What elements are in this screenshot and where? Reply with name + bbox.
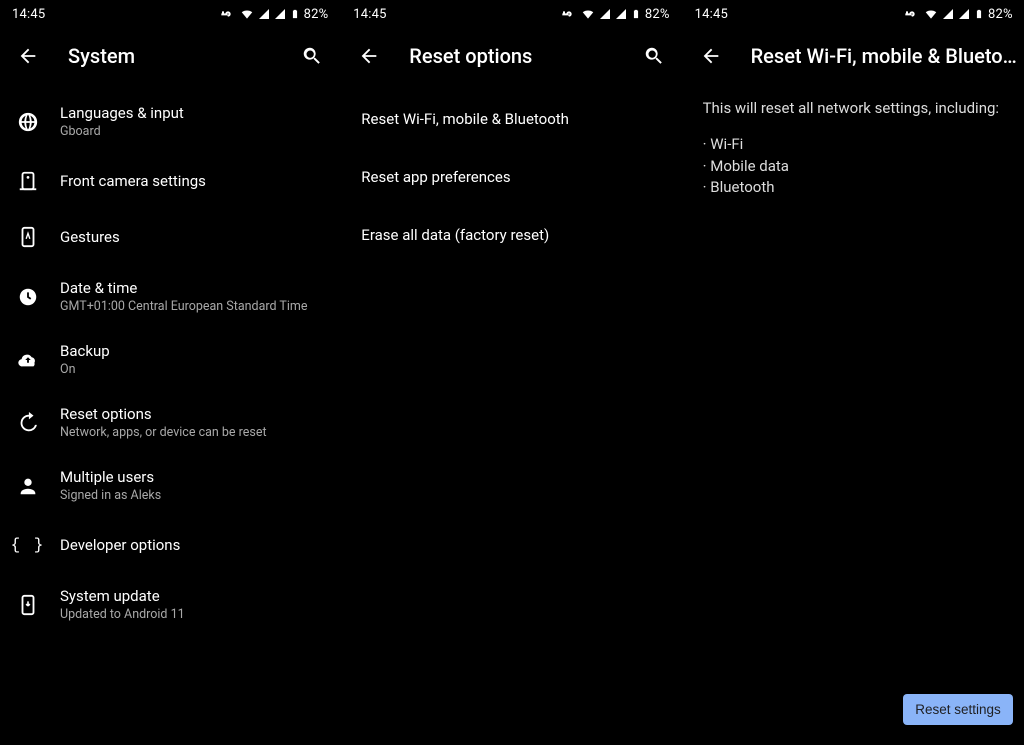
header: System [0, 28, 340, 84]
setting-sub: Gboard [60, 124, 184, 139]
page-title: Reset options [393, 44, 629, 68]
battery-pct: 82% [645, 7, 670, 22]
setting-sub: On [60, 362, 110, 377]
arrow-left-icon [17, 45, 39, 67]
setting-item-reset[interactable]: Reset options Network, apps, or device c… [0, 391, 340, 454]
arrow-left-icon [700, 45, 722, 67]
search-button[interactable] [634, 36, 674, 76]
cloud-upload-icon [14, 346, 42, 374]
setting-title: Reset options [60, 405, 267, 423]
arrow-left-icon [358, 45, 380, 67]
signal-icon [258, 8, 270, 20]
signal2-icon [615, 8, 627, 20]
setting-title: Gestures [60, 228, 120, 246]
search-icon [301, 45, 323, 67]
setting-item-languages[interactable]: Languages & input Gboard [0, 90, 340, 153]
setting-item-gestures[interactable]: Gestures [0, 209, 340, 265]
battery-icon [290, 7, 300, 21]
vpn-key-icon [904, 6, 920, 22]
status-time: 14:45 [12, 7, 45, 22]
back-button[interactable] [8, 36, 48, 76]
bullet-mobile: Mobile data [703, 156, 1005, 178]
status-bar: 14:45 82% [341, 0, 681, 28]
signal2-icon [958, 8, 970, 20]
header: Reset Wi-Fi, mobile & Blueto… [683, 28, 1024, 84]
page-title: System [52, 44, 288, 68]
vpn-key-icon [220, 6, 236, 22]
back-button[interactable] [691, 36, 731, 76]
pane-reset-network: 14:45 82% Reset Wi-Fi, mobile & Blueto… … [683, 0, 1024, 745]
setting-title: Multiple users [60, 468, 161, 486]
setting-item-sysupdate[interactable]: System update Updated to Android 11 [0, 573, 340, 636]
battery-pct: 82% [304, 7, 329, 22]
setting-item-devoptions[interactable]: { } Developer options [0, 517, 340, 573]
pane-reset-options: 14:45 82% Reset options Reset Wi-Fi, mob… [341, 0, 682, 745]
signal-icon [599, 8, 611, 20]
setting-item-backup[interactable]: Backup On [0, 328, 340, 391]
reset-item-app-prefs[interactable]: Reset app preferences [341, 148, 681, 206]
status-icons: 82% [904, 6, 1013, 22]
setting-sub: Network, apps, or device can be reset [60, 425, 267, 440]
reset-item-network[interactable]: Reset Wi-Fi, mobile & Bluetooth [341, 90, 681, 148]
wifi-icon [240, 7, 254, 21]
wifi-icon [924, 7, 938, 21]
settings-list: Languages & input Gboard Front camera se… [0, 84, 340, 745]
battery-icon [631, 7, 641, 21]
setting-title: Languages & input [60, 104, 184, 122]
setting-title: System update [60, 587, 185, 605]
bullet-bluetooth: Bluetooth [703, 177, 1005, 199]
signal-icon [942, 8, 954, 20]
reset-network-body: This will reset all network settings, in… [683, 84, 1024, 213]
wifi-icon [581, 7, 595, 21]
person-icon [14, 472, 42, 500]
system-update-icon [14, 591, 42, 619]
reset-settings-button[interactable]: Reset settings [903, 694, 1013, 725]
status-time: 14:45 [353, 7, 386, 22]
status-icons: 82% [561, 6, 670, 22]
status-icons: 82% [220, 6, 329, 22]
status-time: 14:45 [695, 7, 728, 22]
status-bar: 14:45 82% [683, 0, 1024, 28]
clock-icon [14, 283, 42, 311]
reset-intro-text: This will reset all network settings, in… [703, 98, 1005, 120]
front-camera-icon [14, 167, 42, 195]
setting-sub: Signed in as Aleks [60, 488, 161, 503]
vpn-key-icon [561, 6, 577, 22]
setting-title: Developer options [60, 536, 180, 554]
reset-item-factory[interactable]: Erase all data (factory reset) [341, 206, 681, 264]
setting-sub: GMT+01:00 Central European Standard Time [60, 299, 307, 314]
braces-icon: { } [14, 531, 42, 559]
back-button[interactable] [349, 36, 389, 76]
restore-icon [14, 409, 42, 437]
battery-pct: 82% [988, 7, 1013, 22]
setting-item-users[interactable]: Multiple users Signed in as Aleks [0, 454, 340, 517]
pane-system: 14:45 82% System Languages & input Gboar… [0, 0, 341, 745]
search-icon [643, 45, 665, 67]
gesture-icon [14, 223, 42, 251]
setting-title: Front camera settings [60, 172, 206, 190]
setting-item-frontcam[interactable]: Front camera settings [0, 153, 340, 209]
signal2-icon [274, 8, 286, 20]
setting-title: Date & time [60, 279, 307, 297]
reset-bullet-list: Wi-Fi Mobile data Bluetooth [703, 134, 1005, 199]
header: Reset options [341, 28, 681, 84]
bullet-wifi: Wi-Fi [703, 134, 1005, 156]
setting-item-datetime[interactable]: Date & time GMT+01:00 Central European S… [0, 265, 340, 328]
page-title: Reset Wi-Fi, mobile & Blueto… [735, 44, 1017, 68]
status-bar: 14:45 82% [0, 0, 340, 28]
reset-options-list: Reset Wi-Fi, mobile & Bluetooth Reset ap… [341, 84, 681, 745]
setting-sub: Updated to Android 11 [60, 607, 185, 622]
search-button[interactable] [292, 36, 332, 76]
setting-title: Backup [60, 342, 110, 360]
battery-icon [974, 7, 984, 21]
globe-icon [14, 108, 42, 136]
